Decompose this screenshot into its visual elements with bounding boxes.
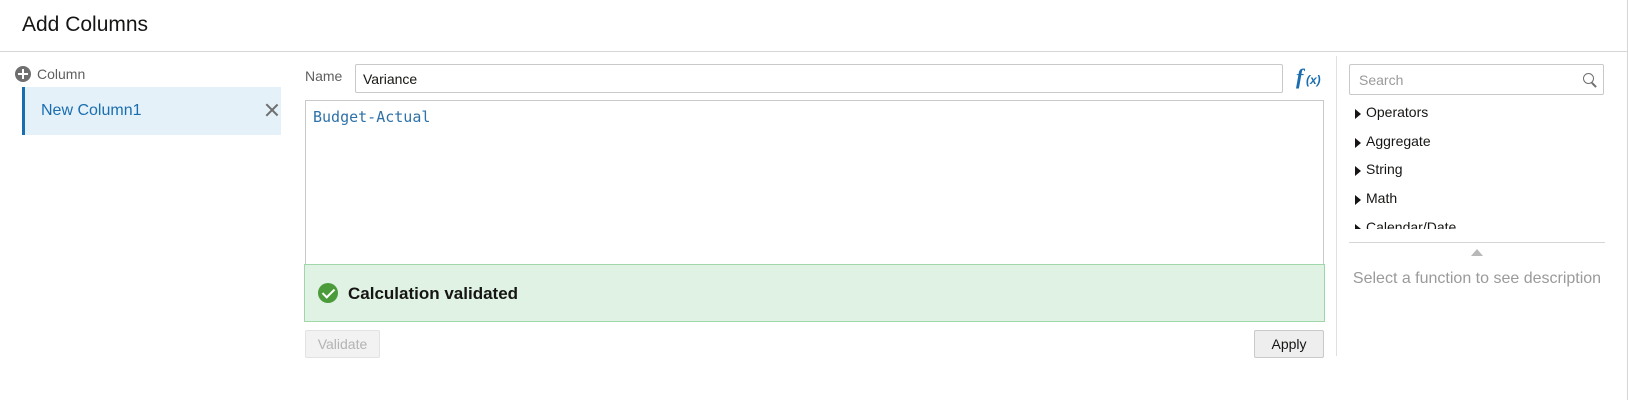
function-category-list[interactable]: Operators Aggregate String Math Calendar… — [1349, 100, 1604, 229]
category-calendar-date[interactable]: Calendar/Date — [1355, 216, 1456, 229]
validation-message: Calculation validated — [348, 284, 519, 303]
function-search-input[interactable] — [1350, 65, 1580, 94]
category-label: String — [1366, 161, 1403, 177]
column-name-input[interactable] — [355, 64, 1283, 93]
column-list-item[interactable]: New Column1 — [22, 87, 281, 135]
function-description: Select a function to see description — [1352, 270, 1602, 287]
category-aggregate[interactable]: Aggregate — [1355, 130, 1431, 152]
category-operators[interactable]: Operators — [1355, 101, 1428, 123]
close-icon[interactable] — [265, 103, 279, 117]
panel-divider — [1336, 56, 1337, 356]
category-math[interactable]: Math — [1355, 187, 1397, 209]
apply-button[interactable]: Apply — [1254, 330, 1324, 358]
category-string[interactable]: String — [1355, 158, 1403, 180]
triangle-right-icon — [1355, 109, 1361, 119]
column-item-label: New Column1 — [41, 102, 142, 119]
dialog-title: Add Columns — [22, 13, 149, 36]
expression-text: Budget-Actual — [313, 108, 431, 126]
triangle-right-icon — [1355, 138, 1361, 148]
function-search — [1349, 64, 1604, 95]
description-divider — [1349, 242, 1605, 243]
add-column-button[interactable]: Column — [15, 66, 85, 82]
category-label: Aggregate — [1366, 133, 1431, 149]
add-column-label: Column — [37, 66, 86, 82]
category-label: Calendar/Date — [1366, 219, 1457, 229]
name-label: Name — [305, 68, 343, 84]
category-label: Operators — [1366, 104, 1429, 120]
triangle-up-icon[interactable] — [1470, 248, 1484, 258]
triangle-right-icon — [1355, 166, 1361, 176]
category-label: Math — [1366, 190, 1398, 206]
triangle-right-icon — [1355, 195, 1361, 205]
triangle-right-icon — [1355, 224, 1361, 229]
validate-button[interactable]: Validate — [305, 330, 380, 358]
dialog-header: Add Columns — [0, 0, 1628, 52]
search-icon[interactable] — [1583, 73, 1597, 87]
plus-circle-icon — [15, 66, 31, 82]
check-circle-icon — [318, 283, 338, 303]
expression-editor[interactable]: Budget-Actual — [305, 100, 1324, 264]
validation-status-banner: Calculation validated — [304, 264, 1325, 322]
function-picker-button[interactable]: f (x) — [1294, 64, 1324, 92]
